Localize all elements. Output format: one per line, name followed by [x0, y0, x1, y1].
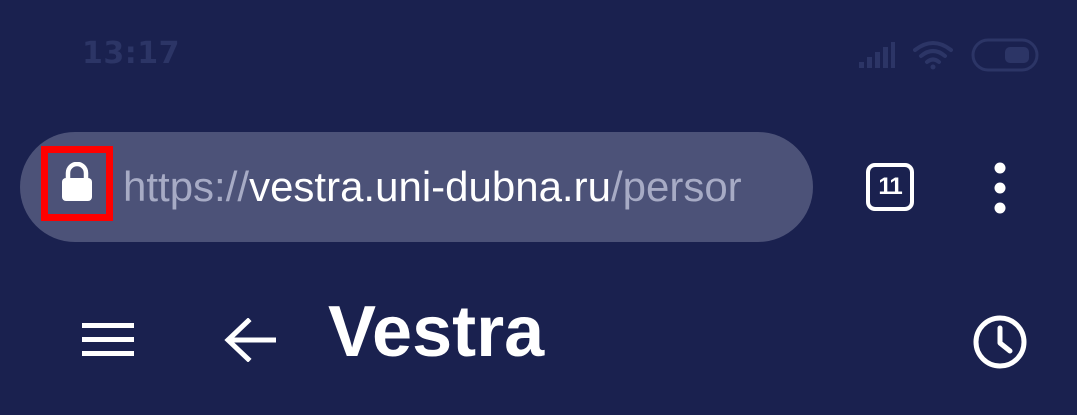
lock-icon	[60, 161, 94, 206]
url-path: /persor	[610, 163, 742, 210]
back-button[interactable]	[224, 317, 277, 363]
back-arrow-icon	[224, 317, 277, 363]
overflow-menu-button[interactable]	[986, 160, 1014, 216]
history-icon	[973, 315, 1027, 369]
page-title: Vestra	[328, 292, 545, 372]
status-icons	[859, 38, 1039, 72]
lock-button[interactable]	[41, 146, 113, 221]
tabs-button[interactable]: 11	[866, 163, 914, 211]
url-scheme: https://	[123, 163, 250, 210]
url-bar[interactable]: https://vestra.uni-dubna.ru/persor	[20, 132, 813, 242]
wifi-icon	[913, 40, 953, 70]
overflow-menu-icon	[994, 162, 1006, 214]
history-button[interactable]	[972, 314, 1028, 370]
url-host: vestra.uni-dubna.ru	[249, 163, 611, 210]
signal-icon	[859, 42, 895, 68]
menu-icon	[82, 323, 134, 356]
status-time: 13:17	[82, 36, 180, 71]
url-text[interactable]: https://vestra.uni-dubna.ru/persor	[123, 132, 803, 242]
battery-icon	[971, 38, 1039, 72]
menu-button[interactable]	[82, 319, 134, 359]
tab-count: 11	[878, 173, 902, 200]
